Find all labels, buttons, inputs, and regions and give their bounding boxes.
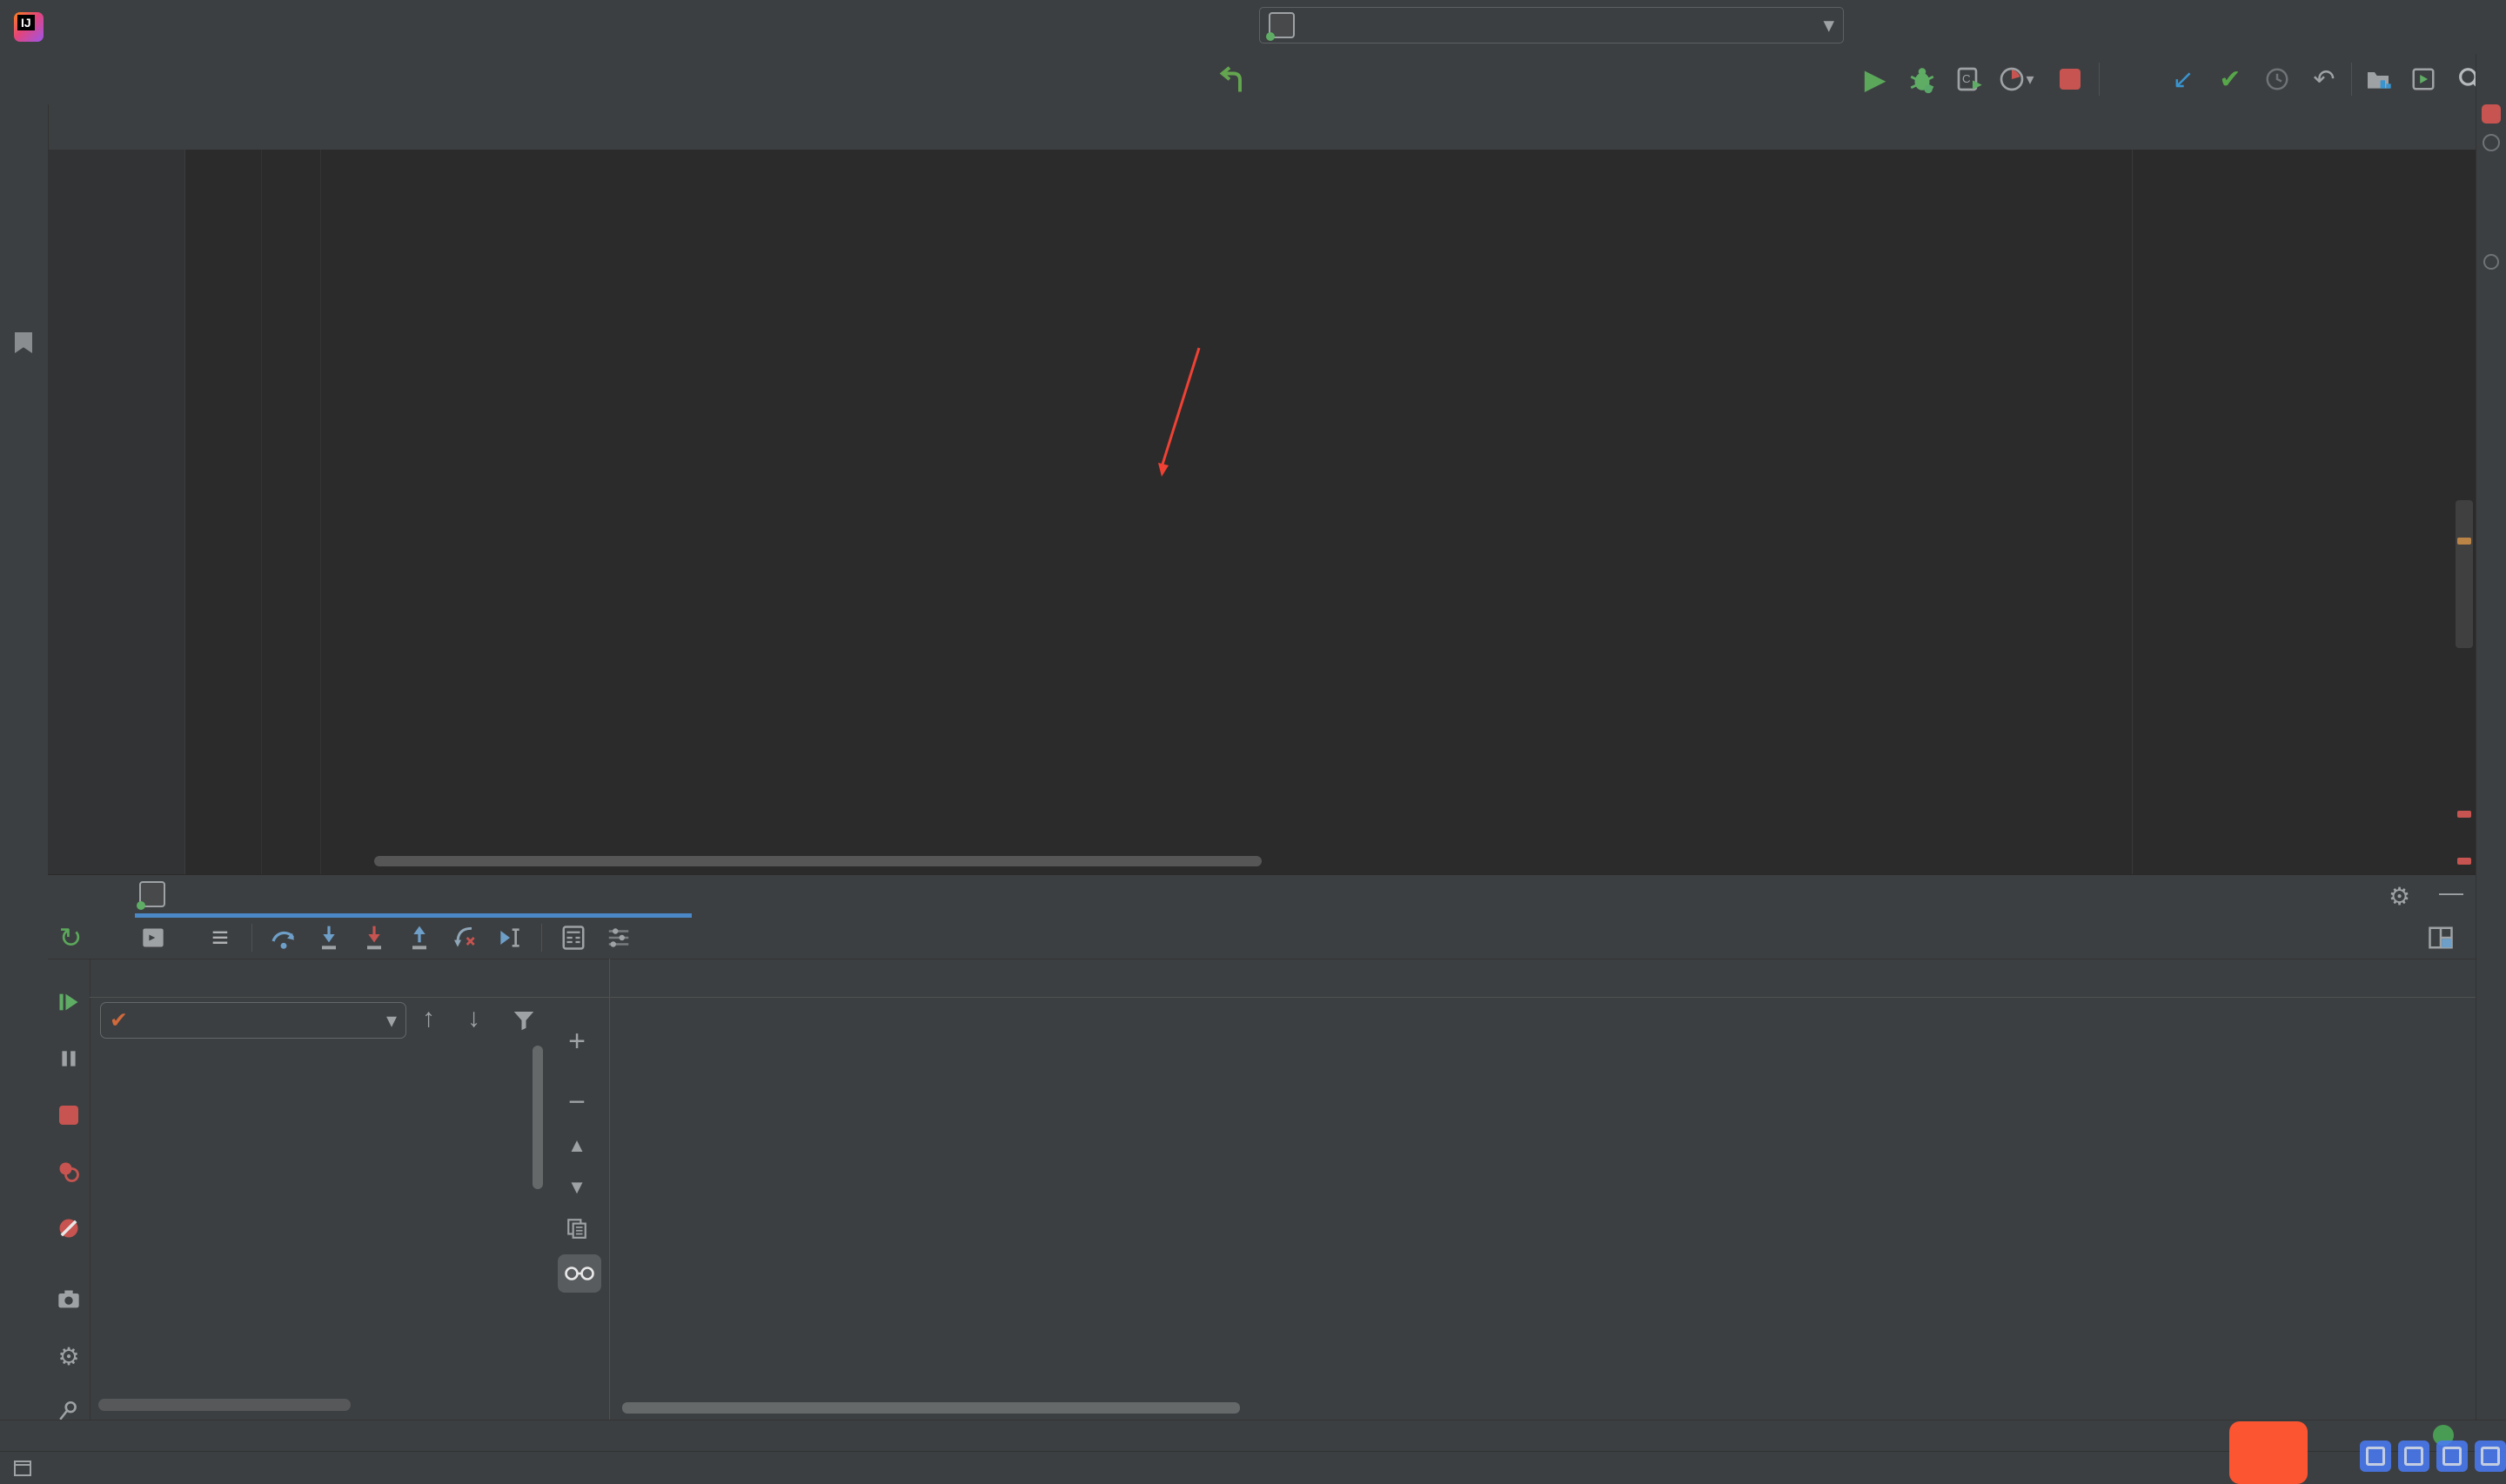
ime-indicator: [2313, 1437, 2351, 1475]
resume-icon[interactable]: [51, 985, 86, 1019]
debug-body: ⚙ ✔ ▾ ↑ ↓ + − ▲ ▼: [48, 959, 2476, 1420]
settings-sliders-icon[interactable]: [596, 919, 641, 957]
inspections-indicator-icon[interactable]: [2483, 134, 2500, 151]
debug-settings-gear-icon[interactable]: ⚙: [51, 1339, 86, 1374]
editor-horizontal-scrollbar[interactable]: [374, 856, 1262, 866]
frame-down-icon[interactable]: ↓: [467, 1004, 480, 1033]
csdn-logo-icon: [2229, 1421, 2308, 1484]
intellij-idea-window: ▾ ▶ C ▾ ↙ ✔ ↶: [0, 0, 2506, 1484]
rerun-icon[interactable]: ↻: [48, 919, 93, 957]
step-into-icon[interactable]: [306, 919, 352, 957]
window-icon[interactable]: [12, 1458, 33, 1479]
git-rollback-button[interactable]: ↶: [2304, 54, 2344, 104]
stop-icon[interactable]: [51, 1098, 86, 1133]
code-editor[interactable]: [48, 150, 2476, 874]
scroll-up-icon[interactable]: ▲: [558, 1128, 596, 1163]
step-out-icon[interactable]: [397, 919, 442, 957]
ime-toolbar-icon: [2475, 1441, 2506, 1472]
debug-header: ⚙ —: [48, 875, 2476, 918]
spring-app-icon: [1266, 12, 1295, 41]
annotation-arrow: [1092, 306, 1370, 663]
debug-session-tab[interactable]: [137, 875, 190, 913]
error-stripe-mark[interactable]: [2457, 811, 2471, 818]
restore-layout-icon[interactable]: [2418, 919, 2463, 957]
tool-window-button-favorites[interactable]: [0, 1079, 48, 1235]
thread-dump-camera-icon[interactable]: [51, 1282, 86, 1317]
debug-button[interactable]: [1902, 54, 1942, 104]
tool-window-button-commit[interactable]: [0, 470, 48, 574]
scroll-down-icon[interactable]: ▼: [558, 1170, 596, 1205]
remove-watch-icon[interactable]: −: [558, 1085, 596, 1120]
pause-icon[interactable]: [51, 1041, 86, 1076]
bottom-tool-bar: [0, 1420, 2506, 1452]
debug-left-toolbar: ⚙: [48, 959, 90, 1420]
git-history-button[interactable]: [2257, 54, 2297, 104]
back-arrow-icon[interactable]: [1216, 64, 1248, 96]
ime-toolbar-icon: [2398, 1441, 2429, 1472]
minimize-button[interactable]: [2363, 0, 2412, 54]
stop-button[interactable]: [2050, 54, 2090, 104]
run-with-coverage-button[interactable]: C: [1949, 54, 1989, 104]
variables-horizontal-scrollbar[interactable]: [622, 1402, 1240, 1414]
layout-options-icon[interactable]: ≡: [198, 919, 243, 957]
error-stripe-mark[interactable]: [2457, 858, 2471, 865]
gear-icon[interactable]: ⚙: [2389, 882, 2410, 911]
variables-panel: [610, 959, 2476, 1420]
frames-horizontal-scrollbar[interactable]: [98, 1399, 351, 1411]
evaluate-expression-icon[interactable]: [551, 919, 596, 957]
watch-toolbar: + − ▲ ▼: [551, 959, 606, 1420]
ime-toolbar-icon: [2360, 1441, 2391, 1472]
copy-stack-icon[interactable]: [558, 1211, 596, 1246]
warning-stripe-mark[interactable]: [2457, 538, 2471, 545]
frame-up-icon[interactable]: ↑: [422, 1004, 435, 1033]
frames-vertical-scrollbar[interactable]: [533, 1046, 543, 1189]
editor-error-stripe[interactable]: [2454, 150, 2476, 874]
spring-app-icon: [137, 881, 165, 910]
filter-frames-icon[interactable]: [511, 1007, 537, 1033]
run-to-cursor-icon[interactable]: [487, 919, 533, 957]
chevron-down-icon: ▾: [385, 1008, 397, 1033]
add-watch-icon[interactable]: +: [558, 1024, 596, 1059]
git-label: [2106, 54, 2158, 104]
restfultool-icon: [2483, 254, 2499, 270]
thread-status-check-icon: ✔: [110, 1008, 128, 1033]
idea-logo-icon: [14, 12, 44, 42]
left-tool-stripe: [0, 104, 49, 1420]
title-bar: [0, 0, 2506, 55]
right-margin-line: [2132, 150, 2133, 874]
chevron-down-icon: ▾: [1823, 13, 1834, 37]
step-over-icon[interactable]: [261, 919, 306, 957]
hide-panel-icon[interactable]: —: [2439, 879, 2463, 906]
force-step-into-icon[interactable]: [352, 919, 397, 957]
error-indicator-icon[interactable]: [2482, 104, 2501, 124]
run-anything-icon[interactable]: [2403, 54, 2443, 104]
tool-window-button-project[interactable]: [0, 111, 48, 242]
git-commit-button[interactable]: ✔: [2210, 54, 2250, 104]
thread-selector[interactable]: ✔ ▾: [100, 1002, 406, 1039]
status-bar: [0, 1451, 2506, 1484]
frames-list: [94, 1046, 548, 1420]
profiler-button[interactable]: ▾: [1996, 54, 2036, 104]
ime-toolbar-icon: [2436, 1441, 2468, 1472]
run-button[interactable]: ▶: [1855, 54, 1895, 104]
editor-gutter[interactable]: [48, 150, 185, 874]
glasses-watch-icon[interactable]: [558, 1254, 601, 1293]
svg-text:C: C: [1962, 72, 1971, 85]
chevron-down-icon: ▾: [2026, 70, 2034, 88]
run-configuration-select[interactable]: ▾: [1259, 7, 1844, 43]
debugger-toolbar: ↻ ≡: [48, 917, 2476, 959]
editor-tab-bar: [48, 104, 2506, 150]
maximize-button[interactable]: [2412, 0, 2461, 54]
debug-tool-window: ⚙ — ↻ ≡ ⚙ ✔ ▾ ↑ ↓ + − ▲ ▼: [48, 874, 2476, 1420]
tool-window-button-structure[interactable]: [0, 261, 48, 422]
view-breakpoints-icon[interactable]: [51, 1154, 86, 1189]
console-icon: [138, 919, 168, 957]
close-button[interactable]: [2461, 0, 2506, 54]
scrollbar-thumb[interactable]: [2456, 500, 2473, 648]
changes-folder-icon[interactable]: [2358, 54, 2398, 104]
git-update-button[interactable]: ↙: [2163, 54, 2203, 104]
right-tool-stripe: [2476, 54, 2506, 1420]
drop-frame-icon[interactable]: [442, 919, 487, 957]
mute-breakpoints-icon[interactable]: [51, 1211, 86, 1246]
